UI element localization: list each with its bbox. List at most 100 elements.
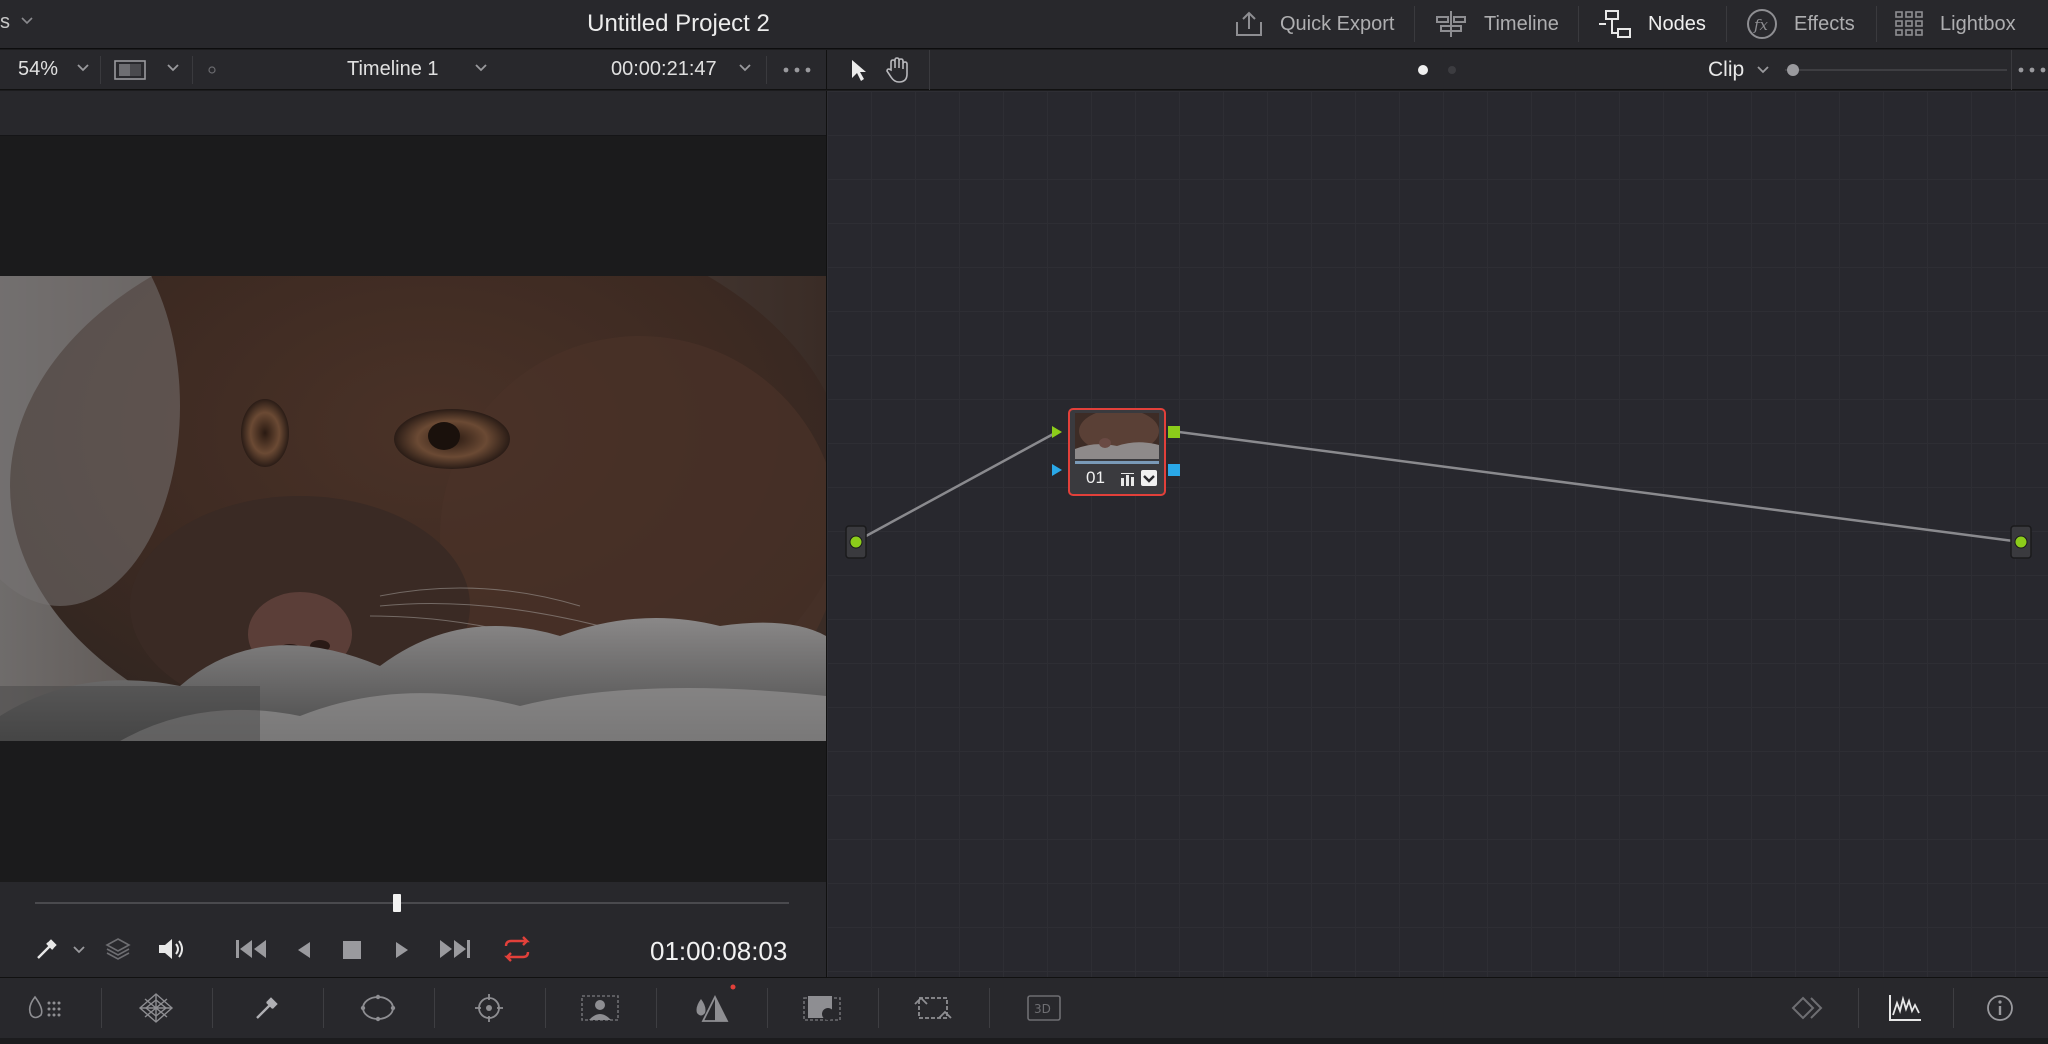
video-viewer[interactable] — [0, 136, 826, 882]
jump-to-start-icon[interactable] — [234, 938, 268, 960]
divider — [656, 988, 657, 1028]
source-input-handle[interactable] — [845, 525, 867, 559]
node-mode-dropdown[interactable]: Clip — [1708, 58, 1744, 82]
chevron-down-icon[interactable] — [76, 63, 90, 73]
svg-text:fx: fx — [1753, 16, 1769, 34]
layers-icon[interactable] — [104, 936, 132, 962]
divider — [1414, 6, 1415, 42]
status-dot-icon — [208, 66, 216, 74]
color-wheels-button[interactable] — [14, 978, 74, 1038]
loop-icon[interactable] — [500, 936, 534, 962]
blur-button[interactable] — [681, 978, 741, 1038]
divider — [1858, 988, 1859, 1028]
divider — [101, 988, 102, 1028]
lightbox-label: Lightbox — [1940, 12, 2016, 35]
modified-indicator-icon — [730, 984, 736, 990]
divider — [878, 988, 879, 1028]
divider — [766, 56, 767, 84]
effects-label: Effects — [1794, 12, 1855, 35]
divider — [1578, 6, 1579, 42]
output-handle[interactable] — [2010, 525, 2032, 559]
chevron-down-icon[interactable] — [72, 945, 86, 955]
divider — [434, 988, 435, 1028]
more-options-icon[interactable] — [2017, 66, 2047, 74]
nodes-icon — [1599, 10, 1631, 38]
corrector-node[interactable]: 01 — [1068, 408, 1166, 496]
divider — [2011, 50, 2012, 90]
chevron-down-icon[interactable] — [738, 63, 752, 73]
divider — [212, 988, 213, 1028]
node-connections — [854, 430, 2022, 544]
window-icon — [360, 994, 396, 1022]
magic-mask-button[interactable] — [570, 978, 630, 1038]
step-back-icon[interactable] — [296, 940, 312, 960]
node-graph[interactable]: 01 — [826, 91, 2048, 977]
chevron-down-icon[interactable] — [1756, 65, 1770, 75]
sizing-button[interactable] — [903, 978, 963, 1038]
page-dot-icon[interactable] — [1447, 65, 1457, 75]
more-options-icon[interactable] — [782, 66, 812, 74]
slider-knob-icon[interactable] — [1785, 62, 1801, 78]
viewer-toolbar: 54% Timeline 1 00:00:21:47 — [0, 50, 826, 90]
quick-export-label: Quick Export — [1280, 12, 1395, 35]
divider — [545, 988, 546, 1028]
title-bar: s Untitled Project 2 Quick Export Timeli… — [0, 0, 2048, 49]
jump-to-end-icon[interactable] — [438, 938, 472, 960]
power-window-button[interactable] — [348, 978, 408, 1038]
quick-export-button[interactable]: Quick Export — [1234, 0, 1394, 48]
effects-button[interactable]: fx Effects — [1746, 0, 1855, 48]
divider — [1876, 6, 1877, 42]
waveform-scope-icon — [1889, 995, 1921, 1021]
scopes-button[interactable] — [1875, 978, 1935, 1038]
3d-button[interactable]: 3D — [1014, 978, 1074, 1038]
histogram-icon — [1121, 473, 1134, 486]
divider — [767, 988, 768, 1028]
rgb-input-port-icon[interactable] — [1051, 425, 1063, 439]
chevron-down-icon[interactable] — [166, 63, 180, 73]
duration-timecode[interactable]: 00:00:21:47 — [611, 58, 717, 81]
node-editor-toolbar: Clip — [826, 50, 2048, 90]
keyframes-button[interactable] — [1779, 978, 1839, 1038]
key-button[interactable] — [792, 978, 852, 1038]
divider — [989, 988, 990, 1028]
divider — [100, 56, 101, 84]
zoom-dropdown[interactable]: 54% — [18, 58, 58, 81]
rgb-output-port-icon[interactable] — [1168, 426, 1180, 438]
node-zoom-slider[interactable] — [1785, 69, 2007, 71]
3d-icon: 3D — [1027, 995, 1061, 1021]
eyedropper-icon[interactable] — [34, 936, 60, 962]
info-button[interactable] — [1970, 978, 2030, 1038]
web-icon — [138, 993, 174, 1023]
qualifier-button[interactable] — [237, 978, 297, 1038]
blur-icon — [696, 994, 729, 1022]
volume-icon[interactable] — [156, 936, 186, 962]
project-title: Untitled Project 2 — [587, 10, 770, 37]
play-icon[interactable] — [394, 940, 410, 960]
transport-controls: 01:00:08:03 — [0, 882, 826, 977]
timeline-selector[interactable]: Timeline 1 — [347, 58, 439, 81]
alpha-input-port-icon[interactable] — [1051, 463, 1063, 477]
chevron-down-icon[interactable] — [474, 63, 488, 73]
page-dot-active-icon[interactable] — [1417, 64, 1429, 76]
stop-icon[interactable] — [342, 940, 362, 960]
scrubber-track[interactable] — [35, 902, 789, 904]
timeline-page-label: Timeline — [1484, 12, 1559, 35]
timeline-page-button[interactable]: Timeline — [1434, 0, 1559, 48]
node-progress-bar — [1075, 461, 1159, 464]
tracker-button[interactable] — [459, 978, 519, 1038]
grid-icon — [1895, 11, 1923, 36]
pointer-icon[interactable] — [849, 58, 869, 84]
divider — [929, 50, 930, 90]
rgb-mixer-button[interactable] — [126, 978, 186, 1038]
node-enabled-checkbox-icon[interactable] — [1140, 469, 1158, 487]
nodes-page-button[interactable]: Nodes — [1598, 0, 1706, 48]
current-timecode: 01:00:08:03 — [650, 936, 788, 966]
node-thumbnail — [1075, 413, 1159, 459]
viewer-layout-icon[interactable] — [114, 60, 146, 80]
color-wheels-icon — [28, 995, 61, 1019]
playhead-handle[interactable] — [392, 894, 401, 912]
hand-icon[interactable] — [885, 56, 911, 84]
info-icon — [1987, 995, 2013, 1021]
lightbox-button[interactable]: Lightbox — [1894, 0, 2016, 48]
alpha-output-port-icon[interactable] — [1168, 464, 1180, 476]
